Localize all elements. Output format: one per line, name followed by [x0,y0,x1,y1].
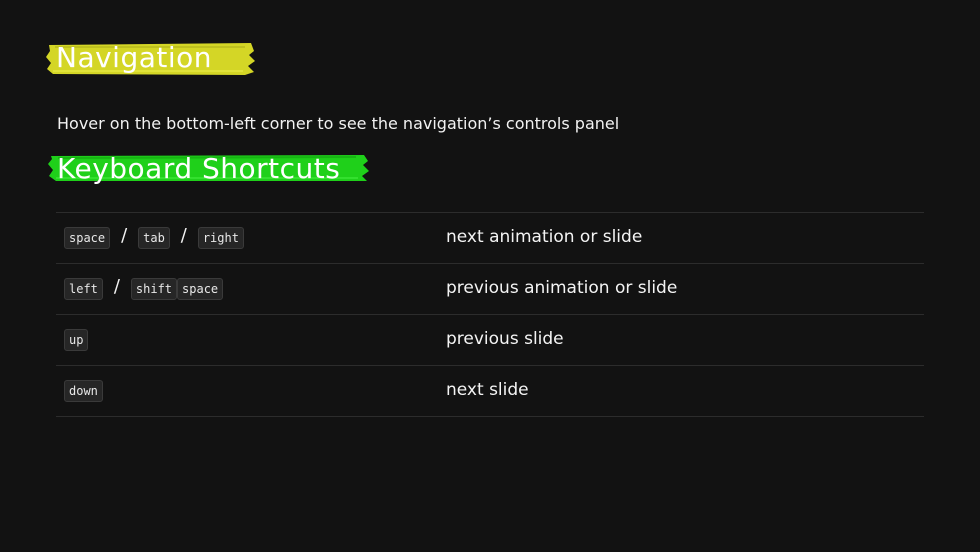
navigation-heading: Navigation [56,41,213,74]
shortcuts-table: space / tab / right next animation or sl… [56,212,924,417]
keyboard-shortcuts-heading: Keyboard Shortcuts [57,152,341,185]
table-row: space / tab / right next animation or sl… [56,213,924,264]
key-down: down [64,380,103,402]
key-right: right [197,227,244,249]
shortcut-keys: left / shift space [64,264,224,314]
shortcut-keys: down [64,366,103,416]
shortcut-action: previous slide [446,329,564,349]
table-row: up previous slide [56,315,924,366]
key-shift: shift [130,278,178,300]
shortcut-keys: up [64,315,89,365]
key-space: space [64,227,111,249]
slide: Navigation Hover on the bottom-left corn… [0,0,980,552]
key-separator: / [113,275,120,297]
key-up: up [64,329,89,351]
shortcut-keys: space / tab / right [64,213,244,263]
shortcut-action: previous animation or slide [446,278,678,298]
table-row: left / shift space previous animation or… [56,264,924,315]
key-separator: / [180,224,187,246]
shortcut-action: next slide [446,380,529,400]
navigation-description: Hover on the bottom-left corner to see t… [57,114,620,133]
key-space: space [177,278,224,300]
key-separator: / [121,224,128,246]
table-row: down next slide [56,366,924,417]
key-tab: tab [138,227,170,249]
shortcut-action: next animation or slide [446,227,643,247]
key-left: left [64,278,103,300]
